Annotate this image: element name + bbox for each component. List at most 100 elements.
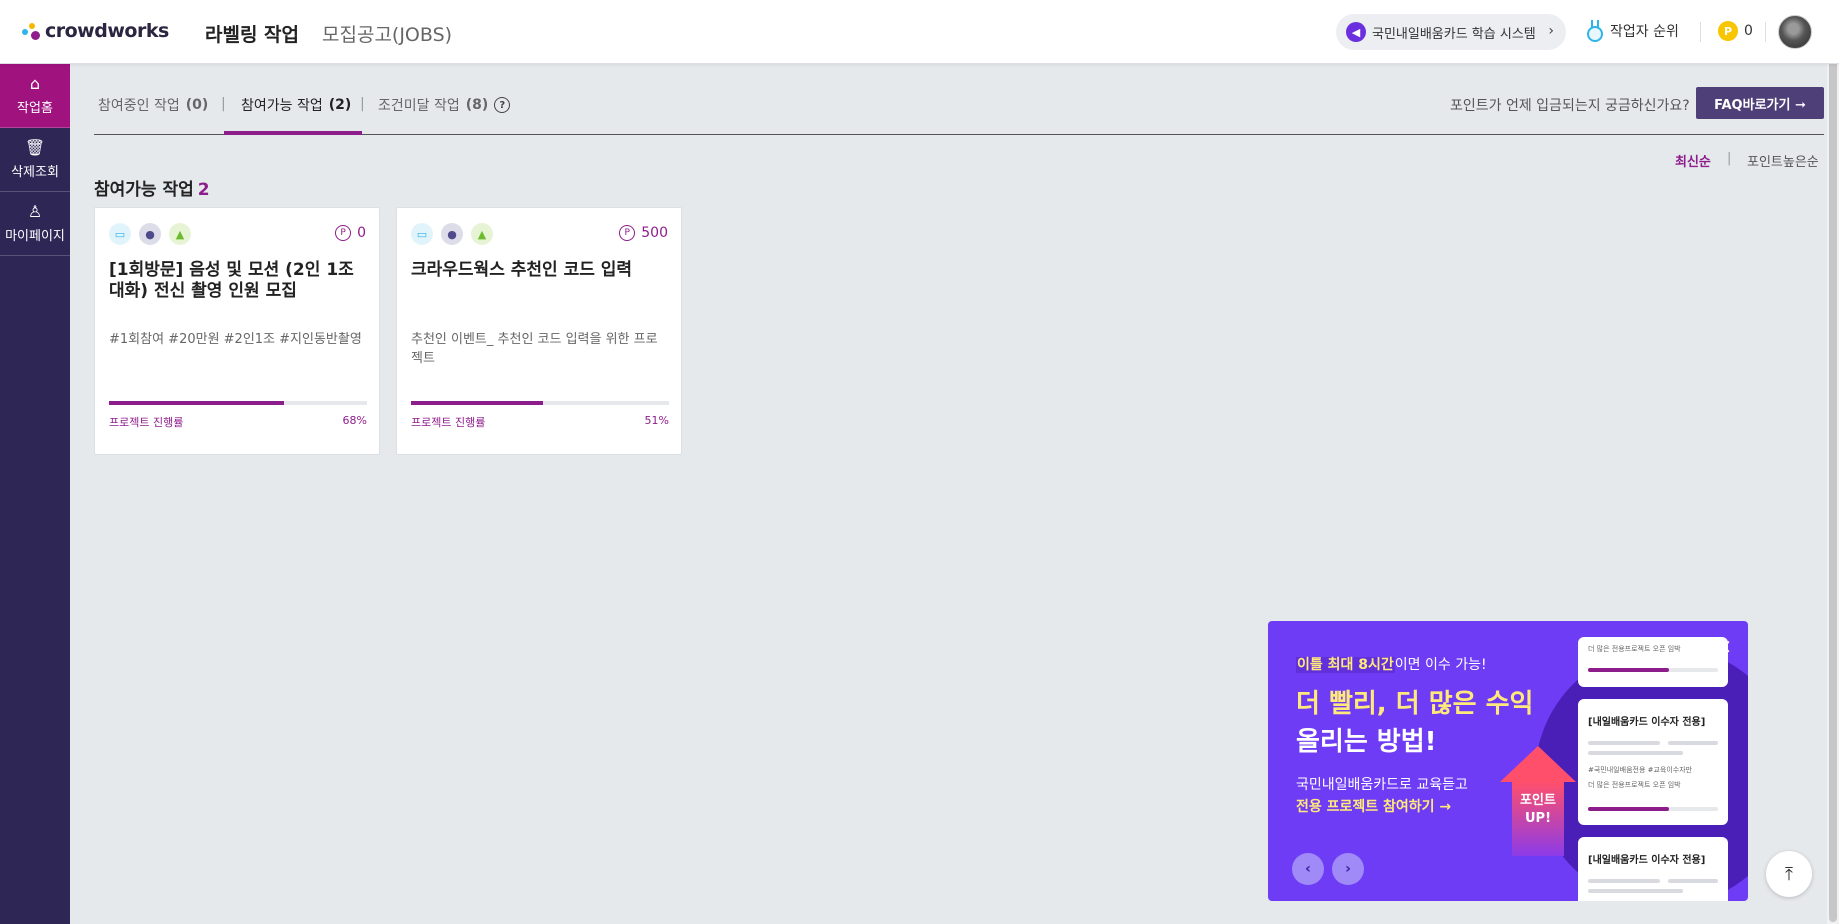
- banner-mini-card: [내일배움카드 이수자 전용] #국민내일배움전용 #교육이수자만 더 많은 전…: [1578, 699, 1728, 825]
- card-points: P 0: [335, 225, 366, 241]
- progress-percent: 51%: [644, 414, 669, 427]
- tab-label: 참여가능 작업: [241, 98, 323, 114]
- faq-question: 포인트가 언제 입금되는지 궁금하신가요?: [1450, 98, 1690, 114]
- card-description: #1회참여 #20만원 #2인1조 #지인동반촬영: [109, 332, 362, 347]
- card-footer: 프로젝트 진행률 51%: [411, 414, 669, 430]
- tab-label: 조건미달 작업: [378, 98, 460, 114]
- learning-system-link[interactable]: ◀ 국민내일배움카드 학습 시스템 ›: [1336, 14, 1566, 50]
- header-divider: [1765, 22, 1766, 42]
- points-balance[interactable]: P 0: [1718, 21, 1753, 41]
- mini-card-text: 더 많은 전용프로젝트 오픈 임박: [1588, 645, 1681, 653]
- progress-fill: [411, 401, 543, 405]
- point-icon: P: [335, 225, 352, 241]
- card-footer: 프로젝트 진행률 68%: [109, 414, 367, 430]
- sort-separator: |: [1727, 151, 1732, 166]
- mini-card-tags: #국민내일배움전용 #교육이수자만: [1588, 766, 1693, 774]
- progress-fill: [109, 401, 285, 405]
- nav-labeling-work[interactable]: 라벨링 작업: [205, 20, 299, 47]
- worker-ranking-label: 작업자 순위: [1610, 24, 1679, 40]
- nav-jobs[interactable]: 모집공고(JOBS): [322, 20, 452, 47]
- sidebar-item-deleted[interactable]: 🗑 삭제조회: [0, 128, 70, 192]
- mini-card-title: [내일배움카드 이수자 전용]: [1588, 717, 1706, 728]
- apple-icon: ●: [139, 223, 161, 245]
- android-icon: ▲: [471, 223, 493, 245]
- points-up-arrow-icon: 포인트 UP!: [1500, 746, 1576, 856]
- page-scrollbar[interactable]: [1827, 0, 1839, 924]
- banner-tag-rest: 이면 이수 가능!: [1394, 657, 1487, 673]
- user-avatar[interactable]: [1778, 15, 1812, 49]
- medal-icon: [1586, 20, 1604, 42]
- chevron-right-icon: ›: [1548, 23, 1554, 39]
- point-coin-icon: P: [1718, 21, 1738, 41]
- sidebar-item-label: 마이페이지: [5, 229, 65, 244]
- card-points: P 500: [619, 225, 668, 241]
- platform-icons: ▭ ● ▲: [109, 223, 191, 245]
- banner-tagline: 이틀 최대 8시간이면 이수 가능!: [1296, 654, 1487, 674]
- tab-separator: |: [221, 96, 226, 112]
- user-icon: ♙: [27, 202, 43, 221]
- scrollbar-thumb[interactable]: [1829, 2, 1837, 922]
- tab-available[interactable]: 참여가능 작업 (2): [241, 95, 351, 115]
- top-header: crowdworks 라벨링 작업 모집공고(JOBS) ◀ 국민내일배움카드 …: [0, 0, 1839, 64]
- point-icon: P: [619, 225, 636, 241]
- sidebar-item-mypage[interactable]: ♙ 마이페이지: [0, 192, 70, 256]
- mini-card-title: [내일배움카드 이수자 전용]: [1588, 855, 1706, 866]
- faq-button[interactable]: FAQ바로가기 ➞: [1696, 87, 1824, 119]
- megaphone-icon: ◀: [1346, 22, 1366, 42]
- home-icon: ⌂: [29, 74, 41, 93]
- arrow-text-line2: UP!: [1524, 811, 1551, 826]
- banner-mini-card: [내일배움카드 이수자 전용]: [1578, 837, 1728, 901]
- tab-separator: |: [360, 96, 365, 112]
- banner-subtext: 국민내일배움카드로 교육듣고 전용 프로젝트 참여하기 →: [1296, 774, 1468, 818]
- tab-count: (0): [185, 97, 209, 113]
- card-title: 크라우드웍스 추천인 코드 입력: [411, 260, 633, 280]
- tab-count: (2): [328, 97, 352, 113]
- banner-next-button[interactable]: ›: [1332, 853, 1364, 885]
- section-title-label: 참여가능 작업: [94, 180, 194, 200]
- section-count: 2: [197, 180, 210, 200]
- mini-card-tags2: 더 많은 전용프로젝트 오픈 임박: [1588, 781, 1681, 789]
- worker-ranking-link[interactable]: 작업자 순위: [1586, 20, 1679, 42]
- sort-latest[interactable]: 최신순: [1675, 151, 1711, 170]
- sidebar-item-work-home[interactable]: ⌂ 작업홈: [0, 64, 70, 128]
- pc-icon: ▭: [411, 223, 433, 245]
- crowdworks-logo[interactable]: crowdworks: [20, 20, 169, 42]
- promo-banner[interactable]: 이틀 최대 8시간이면 이수 가능! 더 빨리, 더 많은 수익 올리는 방법!…: [1268, 621, 1748, 901]
- android-icon: ▲: [169, 223, 191, 245]
- scroll-to-top-button[interactable]: ⤒: [1766, 851, 1812, 897]
- progress-bar: [411, 401, 669, 405]
- header-divider: [1700, 22, 1701, 42]
- banner-tag-highlight: 이틀 최대 8시간: [1296, 657, 1395, 673]
- sidebar-item-label: 작업홈: [17, 101, 53, 116]
- project-card[interactable]: ▭ ● ▲ P 0 [1회방문] 음성 및 모션 (2인 1조 대화) 전신 촬…: [94, 207, 380, 455]
- banner-headline-line2: 올리는 방법!: [1296, 727, 1437, 757]
- logo-dots-icon: [20, 21, 42, 41]
- sidebar-item-label: 삭제조회: [11, 165, 59, 180]
- tab-participating[interactable]: 참여중인 작업 (0): [98, 95, 208, 115]
- banner-cta-link[interactable]: 전용 프로젝트 참여하기 →: [1296, 796, 1468, 818]
- card-description: 추천인 이벤트_ 추천인 코드 입력을 위한 프로젝트: [411, 332, 658, 366]
- sort-points[interactable]: 포인트높은순: [1747, 151, 1819, 170]
- card-title: [1회방문] 음성 및 모션 (2인 1조 대화) 전신 촬영 인원 모집: [109, 260, 354, 301]
- arrow-text-line1: 포인트: [1520, 793, 1556, 808]
- tab-unqualified[interactable]: 조건미달 작업 (8) ?: [378, 95, 511, 115]
- banner-headline: 더 빨리, 더 많은 수익 올리는 방법!: [1296, 685, 1533, 761]
- banner-prev-button[interactable]: ‹: [1292, 853, 1324, 885]
- pc-icon: ▭: [109, 223, 131, 245]
- help-icon[interactable]: ?: [494, 97, 511, 113]
- tab-count: (8): [465, 97, 489, 113]
- card-points-value: 500: [641, 225, 668, 241]
- project-card[interactable]: ▭ ● ▲ P 500 크라우드웍스 추천인 코드 입력 추천인 이벤트_ 추천…: [396, 207, 682, 455]
- section-title: 참여가능 작업 2: [94, 175, 210, 200]
- close-icon[interactable]: ✕: [1715, 635, 1732, 659]
- learning-system-label: 국민내일배움카드 학습 시스템: [1372, 26, 1536, 42]
- logo-text: crowdworks: [45, 20, 169, 42]
- left-sidebar: ⌂ 작업홈 🗑 삭제조회 ♙ 마이페이지: [0, 64, 70, 924]
- apple-icon: ●: [441, 223, 463, 245]
- progress-label: 프로젝트 진행률: [411, 416, 486, 429]
- tab-label: 참여중인 작업: [98, 98, 180, 114]
- active-tab-indicator: [224, 131, 362, 135]
- trash-icon: 🗑: [24, 138, 46, 157]
- progress-label: 프로젝트 진행률: [109, 416, 184, 429]
- platform-icons: ▭ ● ▲: [411, 223, 493, 245]
